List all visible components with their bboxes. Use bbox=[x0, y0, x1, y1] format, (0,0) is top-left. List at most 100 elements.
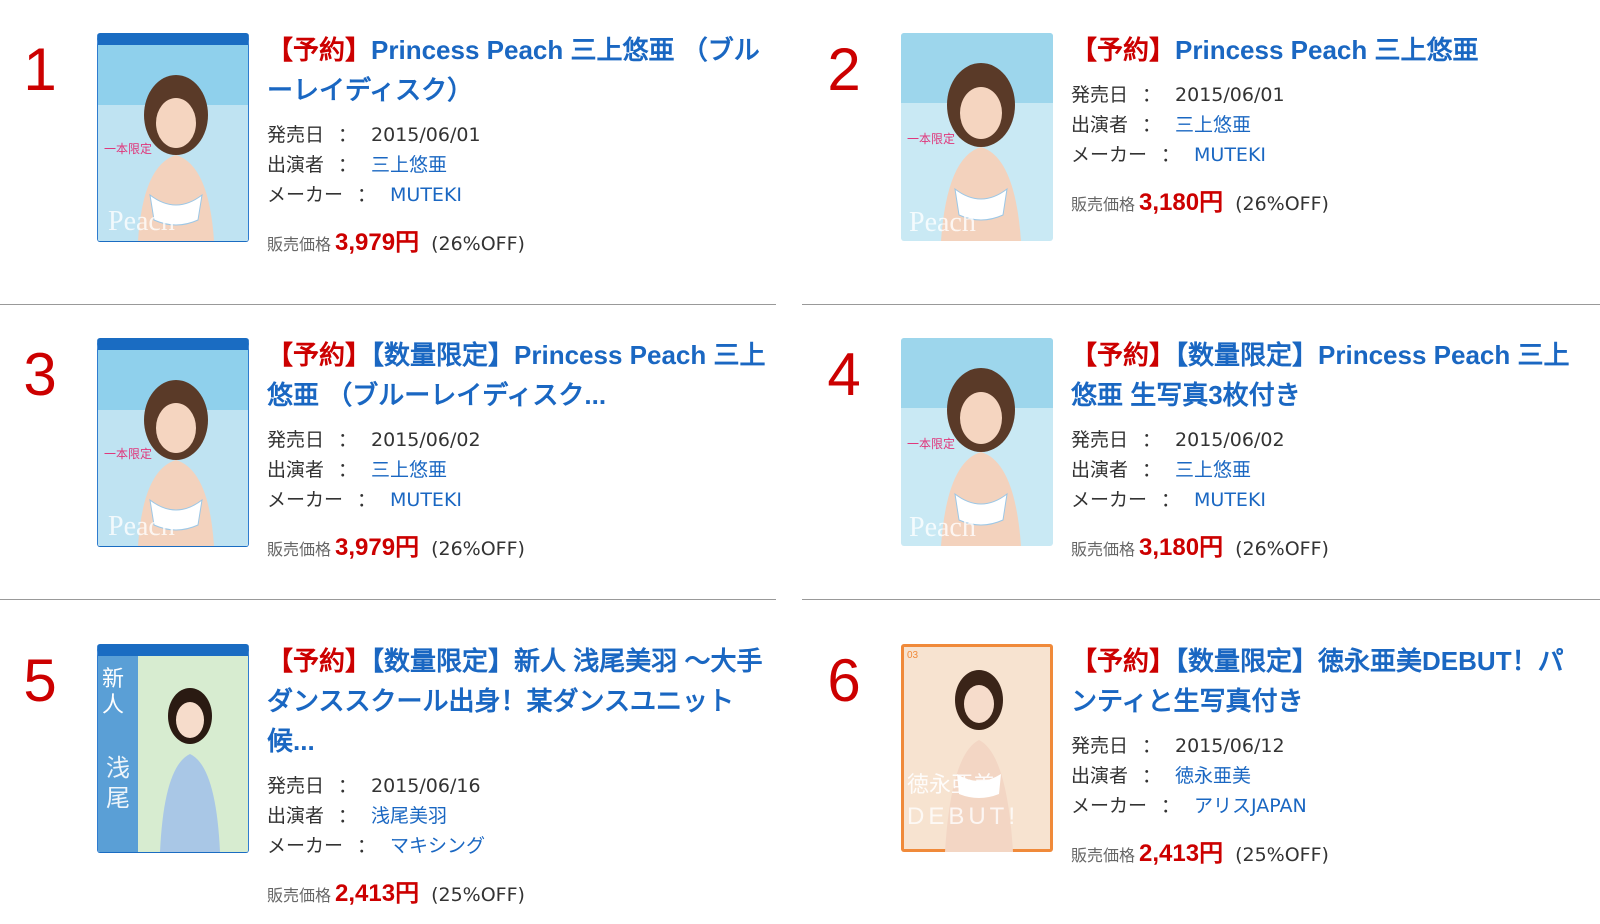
price-row: 販売価格 2,413円 (25%OFF) bbox=[1071, 840, 1329, 867]
maker-row: メーカー： MUTEKI bbox=[267, 489, 463, 511]
ranking-item: 6 徳永亜美 DEBUT! 03 【予約】【数量限定】徳永亜美DEBUT！パンテ… bbox=[804, 611, 1584, 911]
ranking-item: 3 Blu-ray Disc Peach 一本限定 【予約】【数量限定】Prin… bbox=[0, 305, 780, 605]
price-row: 販売価格 3,180円 (26%OFF) bbox=[1071, 534, 1329, 561]
maker-row: メーカー： MUTEKI bbox=[1071, 489, 1267, 511]
reserve-badge: 【予約】 bbox=[1071, 340, 1176, 370]
svg-text:03: 03 bbox=[907, 650, 919, 661]
limited-badge: 【数量限定】 bbox=[371, 646, 515, 676]
rank-number: 6 bbox=[827, 647, 861, 714]
release-date: 2015/06/01 bbox=[1175, 84, 1285, 106]
ranking-item: 2 Peach 一本限定 【予約】Princess Peach 三上悠亜 発売日… bbox=[804, 0, 1584, 300]
release-date: 2015/06/02 bbox=[371, 429, 481, 451]
performer-link[interactable]: 徳永亜美 bbox=[1175, 765, 1251, 787]
svg-text:浅: 浅 bbox=[106, 754, 130, 782]
maker-link[interactable]: MUTEKI bbox=[1194, 489, 1266, 511]
performer-row: 出演者：徳永亜美 bbox=[1071, 765, 1252, 787]
cover-image: Peach 一本限定 bbox=[901, 33, 1053, 241]
product-title-link[interactable]: 【予約】【数量限定】徳永亜美DEBUT！パンティと生写真付き bbox=[1071, 641, 1581, 721]
svg-text:新: 新 bbox=[102, 667, 124, 692]
cover-image: 新 人 浅 尾 bbox=[98, 656, 248, 852]
product-cover[interactable]: Blu-ray Disc Peach 一本限定 bbox=[97, 33, 249, 242]
release-date-row: 発売日： 2015/06/16 bbox=[267, 775, 481, 797]
product-info: 【予約】Princess Peach 三上悠亜 （ブルーレイディスク） 発売日：… bbox=[267, 30, 777, 257]
price-amount: 2,413円 bbox=[1139, 840, 1224, 867]
release-date: 2015/06/01 bbox=[371, 124, 481, 146]
release-date: 2015/06/16 bbox=[371, 775, 481, 797]
price-amount: 3,180円 bbox=[1139, 189, 1224, 216]
svg-text:Peach: Peach bbox=[108, 206, 175, 237]
discount-badge: (26%OFF) bbox=[1235, 538, 1329, 560]
limited-badge: 【数量限定】 bbox=[1175, 340, 1319, 370]
maker-row: メーカー： MUTEKI bbox=[1071, 144, 1267, 166]
maker-link[interactable]: マキシング bbox=[390, 835, 485, 857]
release-date-row: 発売日： 2015/06/01 bbox=[267, 124, 481, 146]
maker-row: メーカー：アリスJAPAN bbox=[1071, 795, 1307, 817]
product-cover[interactable]: 徳永亜美 DEBUT! 03 bbox=[901, 644, 1053, 852]
price-row: 販売価格 3,979円 (26%OFF) bbox=[267, 229, 525, 256]
product-title-link[interactable]: 【予約】【数量限定】Princess Peach 三上悠亜 （ブルーレイディスク… bbox=[267, 335, 777, 415]
maker-link[interactable]: MUTEKI bbox=[1194, 144, 1266, 166]
product-title-link[interactable]: 【予約】Princess Peach 三上悠亜 （ブルーレイディスク） bbox=[267, 30, 777, 110]
svg-text:Peach: Peach bbox=[909, 512, 976, 543]
maker-link[interactable]: MUTEKI bbox=[390, 489, 462, 511]
product-cover[interactable]: Peach 一本限定 bbox=[901, 33, 1053, 241]
rank-number: 1 bbox=[23, 36, 57, 103]
release-date: 2015/06/02 bbox=[1175, 429, 1285, 451]
maker-link[interactable]: アリスJAPAN bbox=[1194, 795, 1307, 817]
reserve-badge: 【予約】 bbox=[1071, 35, 1176, 65]
maker-row: メーカー：マキシング bbox=[267, 835, 486, 857]
product-title-link[interactable]: 【予約】Princess Peach 三上悠亜 bbox=[1071, 30, 1581, 70]
product-title-link[interactable]: 【予約】【数量限定】Princess Peach 三上悠亜 生写真3枚付き bbox=[1071, 335, 1581, 415]
rank-number: 5 bbox=[23, 647, 57, 714]
svg-text:人: 人 bbox=[102, 693, 124, 718]
performer-row: 出演者：浅尾美羽 bbox=[267, 805, 448, 827]
svg-text:Peach: Peach bbox=[108, 511, 175, 542]
product-info: 【予約】【数量限定】新人 浅尾美羽 〜大手ダンススクール出身！某ダンスユニット候… bbox=[267, 641, 777, 908]
product-cover[interactable]: Peach 一本限定 bbox=[901, 338, 1053, 546]
svg-text:一本限定: 一本限定 bbox=[907, 131, 955, 146]
bluray-logo-icon: Blu-ray Disc bbox=[151, 339, 195, 348]
performer-link[interactable]: 三上悠亜 bbox=[1175, 459, 1251, 481]
price-amount: 3,979円 bbox=[335, 534, 420, 561]
product-cover[interactable]: Blu-ray Disc Peach 一本限定 bbox=[97, 338, 249, 547]
reserve-badge: 【予約】 bbox=[267, 35, 372, 65]
row-divider bbox=[0, 599, 776, 600]
release-date: 2015/06/12 bbox=[1175, 735, 1285, 757]
cover-image: Peach 一本限定 bbox=[98, 45, 248, 241]
product-info: 【予約】Princess Peach 三上悠亜 発売日： 2015/06/01 出… bbox=[1071, 30, 1581, 217]
discount-badge: (25%OFF) bbox=[431, 884, 525, 906]
performer-link[interactable]: 三上悠亜 bbox=[371, 154, 447, 176]
cover-image: 徳永亜美 DEBUT! 03 bbox=[901, 644, 1053, 852]
maker-link[interactable]: MUTEKI bbox=[390, 184, 462, 206]
discount-badge: (26%OFF) bbox=[431, 233, 525, 255]
performer-row: 出演者：三上悠亜 bbox=[267, 154, 448, 176]
performer-link[interactable]: 浅尾美羽 bbox=[371, 805, 447, 827]
reserve-badge: 【予約】 bbox=[1071, 646, 1176, 676]
product-info: 【予約】【数量限定】Princess Peach 三上悠亜 生写真3枚付き 発売… bbox=[1071, 335, 1581, 562]
svg-text:DEBUT!: DEBUT! bbox=[907, 803, 1019, 830]
cover-image: Peach 一本限定 bbox=[98, 350, 248, 546]
product-cover[interactable]: Blu-ray Disc 新 人 浅 尾 bbox=[97, 644, 249, 853]
price-row: 販売価格 3,180円 (26%OFF) bbox=[1071, 189, 1329, 216]
rank-number: 2 bbox=[827, 36, 861, 103]
bluray-logo-icon: Blu-ray Disc bbox=[151, 34, 195, 43]
bluray-logo-icon: Blu-ray Disc bbox=[151, 645, 195, 654]
performer-link[interactable]: 三上悠亜 bbox=[371, 459, 447, 481]
svg-text:一本限定: 一本限定 bbox=[104, 141, 152, 156]
limited-badge: 【数量限定】 bbox=[371, 340, 515, 370]
discount-badge: (25%OFF) bbox=[1235, 844, 1329, 866]
performer-link[interactable]: 三上悠亜 bbox=[1175, 114, 1251, 136]
release-date-row: 発売日： 2015/06/02 bbox=[267, 429, 481, 451]
cover-image: Peach 一本限定 bbox=[901, 338, 1053, 546]
product-title[interactable]: Princess Peach 三上悠亜 bbox=[1175, 35, 1478, 65]
rank-number: 3 bbox=[23, 341, 57, 408]
performer-row: 出演者：三上悠亜 bbox=[1071, 459, 1252, 481]
product-title-link[interactable]: 【予約】【数量限定】新人 浅尾美羽 〜大手ダンススクール出身！某ダンスユニット候… bbox=[267, 641, 777, 761]
svg-text:徳永亜美: 徳永亜美 bbox=[907, 773, 995, 798]
price-amount: 3,979円 bbox=[335, 229, 420, 256]
release-date-row: 発売日： 2015/06/01 bbox=[1071, 84, 1285, 106]
svg-text:一本限定: 一本限定 bbox=[907, 436, 955, 451]
reserve-badge: 【予約】 bbox=[267, 646, 372, 676]
limited-badge: 【数量限定】 bbox=[1175, 646, 1319, 676]
svg-text:尾: 尾 bbox=[106, 784, 130, 812]
